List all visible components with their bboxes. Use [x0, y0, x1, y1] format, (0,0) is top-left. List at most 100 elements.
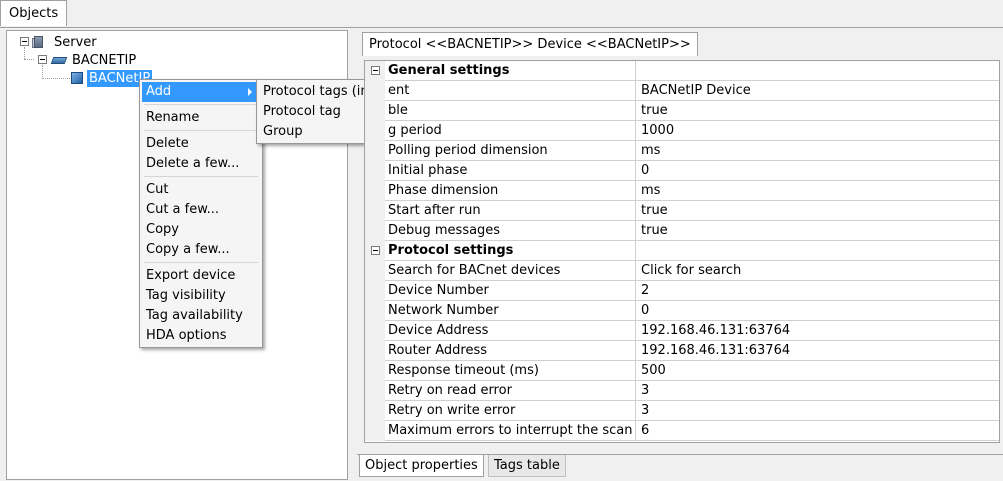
property-row[interactable]: Network Number 0 [365, 301, 999, 321]
tree-node-channel[interactable]: BACNETIP [72, 52, 136, 69]
grid-gutter [365, 281, 385, 301]
grid-gutter [365, 361, 385, 381]
property-name: Start after run [385, 201, 636, 221]
property-row[interactable]: Start after run true [365, 201, 999, 221]
menu-item-rename[interactable]: Rename [142, 108, 260, 128]
property-value[interactable]: ms [636, 141, 999, 161]
menu-separator [144, 104, 258, 105]
tree-connector [42, 78, 70, 79]
property-name: ent [385, 81, 636, 101]
category-title: General settings [385, 61, 636, 81]
property-value[interactable]: 2 [636, 281, 999, 301]
property-value[interactable]: 0 [636, 161, 999, 181]
grid-gutter [365, 201, 385, 221]
tab-objects[interactable]: Objects [0, 0, 68, 26]
menu-item-add[interactable]: Add [142, 82, 260, 102]
grid-gutter [365, 121, 385, 141]
property-row[interactable]: Polling period dimension ms [365, 141, 999, 161]
property-row[interactable]: Router Address 192.168.46.131:63764 [365, 341, 999, 361]
menu-item-copy[interactable]: Copy [142, 220, 260, 240]
grid-gutter [365, 341, 385, 361]
collapse-icon[interactable] [371, 66, 380, 75]
menu-item-delete[interactable]: Delete [142, 134, 260, 154]
property-row[interactable]: Device Address 192.168.46.131:63764 [365, 321, 999, 341]
property-row[interactable]: ble true [365, 101, 999, 121]
device-icon [70, 71, 84, 85]
server-icon [32, 35, 46, 49]
menu-item-add-label: Add [146, 84, 172, 99]
property-value[interactable]: 6 [636, 421, 999, 441]
tab-objects-label: Objects [9, 6, 59, 21]
menu-item-delete-few[interactable]: Delete a few... [142, 154, 260, 174]
property-value[interactable]: true [636, 201, 999, 221]
tab-object-properties-label: Object properties [365, 458, 478, 473]
grid-gutter [365, 421, 385, 441]
tab-device-properties-label: Protocol <<BACNETIP>> Device <<BACNetIP>… [369, 37, 691, 52]
top-tab-strip [0, 0, 1003, 28]
property-value[interactable]: Click for search [636, 261, 999, 281]
property-row[interactable]: Device Number 2 [365, 281, 999, 301]
property-name: Response timeout (ms) [385, 361, 636, 381]
property-row[interactable]: Debug messages true [365, 221, 999, 241]
property-name: Retry on write error [385, 401, 636, 421]
menu-separator [144, 130, 258, 131]
property-row[interactable]: Search for BACnet devices Click for sear… [365, 261, 999, 281]
property-row[interactable]: Retry on read error 3 [365, 381, 999, 401]
grid-gutter [365, 381, 385, 401]
property-value[interactable]: 0 [636, 301, 999, 321]
property-row[interactable]: Maximum errors to interrupt the scan 6 [365, 421, 999, 441]
property-value[interactable]: 192.168.46.131:63764 [636, 321, 999, 341]
tab-tags-table[interactable]: Tags table [488, 455, 566, 477]
property-row[interactable]: Response timeout (ms) 500 [365, 361, 999, 381]
collapse-icon[interactable] [371, 246, 380, 255]
tree-node-server[interactable]: Server [54, 34, 97, 51]
property-row[interactable]: Initial phase 0 [365, 161, 999, 181]
grid-gutter [365, 181, 385, 201]
property-row[interactable]: ent BACNetIP Device [365, 81, 999, 101]
property-value[interactable]: true [636, 221, 999, 241]
menu-item-cut[interactable]: Cut [142, 180, 260, 200]
tree-connector [24, 59, 34, 60]
property-name: Phase dimension [385, 181, 636, 201]
menu-separator [144, 262, 258, 263]
property-value[interactable]: 3 [636, 381, 999, 401]
network-channel-icon [50, 54, 68, 66]
server-collapse-toggle[interactable] [20, 37, 29, 46]
property-name: Debug messages [385, 221, 636, 241]
property-row[interactable]: g period 1000 [365, 121, 999, 141]
tab-object-properties[interactable]: Object properties [359, 455, 484, 477]
menu-item-export-device[interactable]: Export device [142, 266, 260, 286]
tab-device-properties[interactable]: Protocol <<BACNETIP>> Device <<BACNetIP>… [362, 32, 698, 56]
grid-gutter [365, 161, 385, 181]
property-value[interactable]: BACNetIP Device [636, 81, 999, 101]
menu-item-tag-visibility[interactable]: Tag visibility [142, 286, 260, 306]
category-title: Protocol settings [385, 241, 636, 261]
category-protocol-settings[interactable]: Protocol settings [365, 241, 999, 261]
property-value[interactable]: 192.168.46.131:63764 [636, 341, 999, 361]
menu-item-cut-few[interactable]: Cut a few... [142, 200, 260, 220]
property-value[interactable]: ms [636, 181, 999, 201]
grid-gutter [365, 141, 385, 161]
grid-gutter [365, 321, 385, 341]
property-name: Maximum errors to interrupt the scan [385, 421, 636, 441]
property-name: ble [385, 101, 636, 121]
channel-collapse-toggle[interactable] [38, 55, 47, 64]
menu-item-tag-availability[interactable]: Tag availability [142, 306, 260, 326]
grid-gutter [365, 261, 385, 281]
category-value [636, 61, 999, 81]
menu-separator [144, 176, 258, 177]
category-general-settings[interactable]: General settings [365, 61, 999, 81]
property-value[interactable]: 1000 [636, 121, 999, 141]
property-name: Initial phase [385, 161, 636, 181]
property-row[interactable]: Phase dimension ms [365, 181, 999, 201]
property-value[interactable]: 500 [636, 361, 999, 381]
property-row[interactable]: Retry on write error 3 [365, 401, 999, 421]
menu-item-copy-few[interactable]: Copy a few... [142, 240, 260, 260]
menu-item-hda-options[interactable]: HDA options [142, 326, 260, 346]
property-value[interactable]: true [636, 101, 999, 121]
tree-connector [24, 47, 25, 59]
grid-gutter [365, 401, 385, 421]
category-value [636, 241, 999, 261]
grid-gutter [365, 221, 385, 241]
property-value[interactable]: 3 [636, 401, 999, 421]
